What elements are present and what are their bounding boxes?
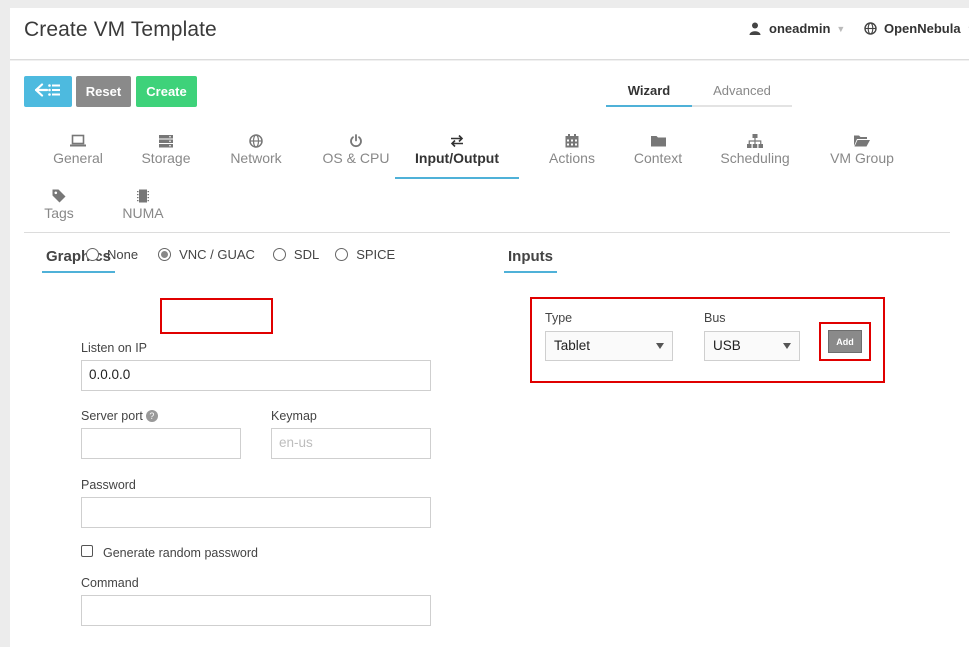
page-header: Create VM Template oneadmin ▼ OpenNebula… [10,8,969,60]
password-input[interactable] [81,497,431,528]
mode-tabs: Wizard Advanced [606,83,792,107]
globe-icon [863,22,877,36]
graphics-type-group: None VNC / GUAC SDL SPICE [86,247,395,262]
power-icon [313,134,399,150]
chevron-down-icon: ▼ [836,23,846,34]
folder-icon [626,134,690,150]
section-tabs: General Storage Network OS & CPU Input/O… [24,129,950,233]
highlight-box-vnc [160,298,273,334]
tab-scheduling[interactable]: Scheduling [710,134,800,166]
radio-spice[interactable]: SPICE [335,247,395,262]
microchip-icon [114,189,172,205]
back-button[interactable] [24,76,72,107]
help-icon[interactable]: ? [145,410,158,422]
calendar-icon [540,134,604,150]
back-list-icon [34,83,61,100]
zone-menu[interactable]: OpenNebula ▼ [863,21,969,36]
tab-input-output[interactable]: Input/Output [395,134,519,179]
radio-none[interactable]: None [86,247,138,262]
listen-ip-label: Listen on IP [81,341,148,355]
tab-storage[interactable]: Storage [134,134,198,166]
tab-advanced[interactable]: Advanced [692,83,792,107]
input-bus-label: Bus [704,311,726,325]
command-input[interactable] [81,595,431,626]
user-menu[interactable]: oneadmin ▼ [748,21,845,36]
laptop-icon [46,134,110,150]
password-label: Password [81,478,136,492]
server-port-input[interactable] [81,428,241,459]
zone-name: OpenNebula [884,21,961,36]
keymap-label: Keymap [271,409,317,423]
tab-wizard[interactable]: Wizard [606,83,692,107]
server-port-label: Server port? [81,409,158,423]
tab-os-cpu[interactable]: OS & CPU [313,134,399,166]
reset-button[interactable]: Reset [76,76,131,107]
random-password-checkbox[interactable] [81,545,93,557]
radio-sdl-input[interactable] [272,248,286,261]
tab-network[interactable]: Network [222,134,290,166]
tab-context[interactable]: Context [626,134,690,166]
tag-icon [38,189,80,205]
input-type-label: Type [545,311,573,325]
radio-vnc-guac-input[interactable] [158,248,172,261]
globe-icon [222,134,290,150]
input-type-select[interactable]: Tablet [545,331,673,361]
command-label: Command [81,576,139,590]
user-icon [748,22,762,36]
dropdown-arrow-icon [656,343,664,349]
random-password-label: Generate random password [103,546,258,560]
page-title: Create VM Template [24,18,217,41]
create-button[interactable]: Create [136,76,197,107]
radio-sdl[interactable]: SDL [272,247,319,262]
exchange-icon [395,134,519,150]
folder-open-icon [821,134,903,150]
dropdown-arrow-icon [783,343,791,349]
input-bus-select[interactable]: USB [704,331,800,361]
tab-general[interactable]: General [46,134,110,166]
tab-numa[interactable]: NUMA [114,189,172,221]
user-name: oneadmin [769,21,831,36]
tab-vm-group[interactable]: VM Group [821,134,903,166]
keymap-input[interactable]: en-us [271,428,431,459]
add-input-button[interactable]: Add [828,330,862,353]
listen-ip-input[interactable]: 0.0.0.0 [81,360,431,391]
inputs-title: Inputs [504,248,557,273]
radio-none-input[interactable] [86,248,99,261]
tab-tags[interactable]: Tags [38,189,80,221]
radio-spice-input[interactable] [335,248,349,261]
sitemap-icon [710,134,800,150]
tab-actions[interactable]: Actions [540,134,604,166]
radio-vnc-guac[interactable]: VNC / GUAC [158,247,255,262]
database-icon [134,134,198,150]
